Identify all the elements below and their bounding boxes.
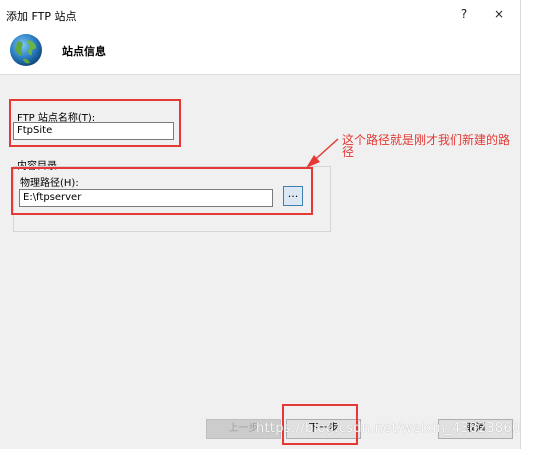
annotation-arrow: [306, 138, 339, 168]
annotation-text: 这个路径就是刚才我们新建的路径: [342, 133, 511, 159]
watermark-text: https://blog.csdn.net/weixin_43823860: [256, 421, 521, 436]
